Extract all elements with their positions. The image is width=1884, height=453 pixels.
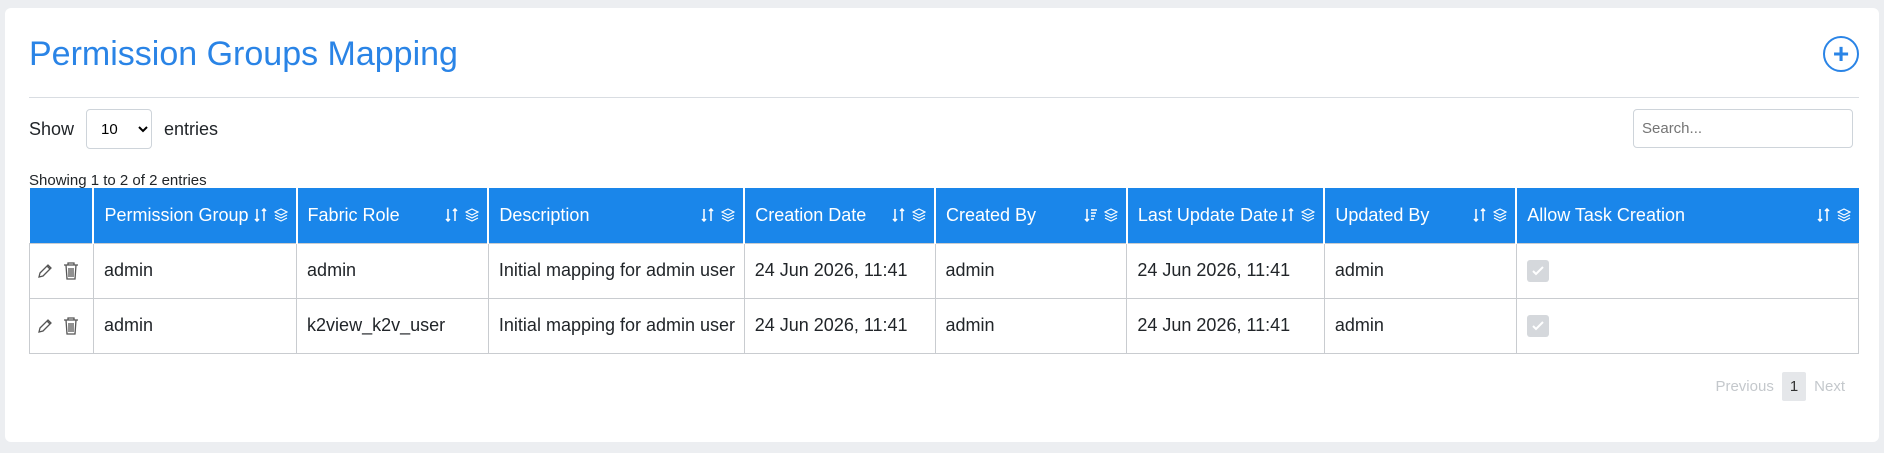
sort-descending-icon[interactable]	[1084, 208, 1098, 223]
allow-task-creation-checkbox	[1526, 259, 1549, 282]
entries-per-page-select[interactable]: 10	[86, 109, 153, 149]
cell-creation-date: 24 Jun 2026, 11:41	[743, 297, 936, 354]
layers-icon[interactable]	[1493, 208, 1508, 222]
cell-last-update-date: 24 Jun 2026, 11:41	[1126, 297, 1325, 354]
page-title: Permission Groups Mapping	[29, 35, 458, 73]
table-info: Showing 1 to 2 of 2 entries	[29, 172, 207, 189]
layers-icon[interactable]	[1836, 208, 1851, 222]
cell-updated-by: admin	[1323, 242, 1517, 299]
sort-icon[interactable]	[254, 208, 268, 223]
layers-icon[interactable]	[912, 208, 926, 222]
pencil-icon[interactable]	[36, 262, 54, 280]
pagination-previous-button[interactable]: Previous	[1707, 372, 1781, 401]
sort-icon[interactable]	[892, 208, 906, 223]
layers-icon[interactable]	[1301, 208, 1316, 222]
check-icon	[1532, 265, 1544, 275]
cell-permission-group: admin	[92, 242, 298, 299]
show-label: Show	[29, 118, 75, 139]
column-header-label: Creation Date	[755, 205, 867, 226]
allow-task-creation-checkbox	[1526, 314, 1549, 337]
add-mapping-button[interactable]: +	[1823, 36, 1859, 72]
sort-icon[interactable]	[1281, 208, 1295, 223]
table-row: admin admin Initial mapping for admin us…	[29, 242, 1860, 299]
cell-last-update-date: 24 Jun 2026, 11:41	[1126, 242, 1325, 299]
column-header-last-update-date[interactable]: Last Update Date	[1126, 188, 1326, 243]
column-header-label: Permission Group	[104, 205, 249, 226]
cell-allow-task-creation	[1515, 297, 1860, 354]
pagination: Previous 1 Next	[1707, 372, 1853, 401]
column-header-description[interactable]: Description	[488, 188, 746, 243]
entries-label: entries	[164, 118, 219, 139]
layers-icon[interactable]	[273, 208, 288, 222]
cell-fabric-role: admin	[296, 242, 489, 299]
table-header-row: Permission Group Fabric Role Description	[29, 188, 1859, 243]
pagination-next-button[interactable]: Next	[1806, 372, 1853, 401]
cell-description: Initial mapping for admin user	[487, 297, 745, 354]
entries-length-control: Show 10 entries	[29, 109, 218, 149]
column-header-label: Created By	[946, 205, 1037, 226]
pencil-icon[interactable]	[36, 317, 54, 335]
table-row: admin k2view_k2v_user Initial mapping fo…	[29, 297, 1860, 354]
column-header-label: Updated By	[1335, 205, 1430, 226]
layers-icon[interactable]	[721, 208, 736, 222]
page-header: Permission Groups Mapping +	[29, 8, 1859, 98]
layers-icon[interactable]	[1103, 208, 1118, 222]
layers-icon[interactable]	[465, 208, 480, 222]
sort-icon[interactable]	[1473, 208, 1487, 223]
column-header-fabric-role[interactable]: Fabric Role	[296, 188, 490, 243]
cell-description: Initial mapping for admin user	[487, 242, 745, 299]
column-header-created-by[interactable]: Created By	[935, 188, 1128, 243]
column-header-actions	[29, 188, 95, 243]
cell-fabric-role: k2view_k2v_user	[296, 297, 489, 354]
column-header-label: Fabric Role	[307, 205, 400, 226]
permission-groups-table: Permission Group Fabric Role Description	[29, 188, 1860, 354]
sort-icon[interactable]	[701, 208, 715, 223]
search-input[interactable]	[1633, 109, 1853, 148]
cell-permission-group: admin	[92, 297, 298, 354]
cell-creation-date: 24 Jun 2026, 11:41	[743, 242, 936, 299]
cell-updated-by: admin	[1323, 297, 1517, 354]
cell-allow-task-creation	[1515, 242, 1860, 299]
cell-created-by: admin	[934, 242, 1128, 299]
column-header-updated-by[interactable]: Updated By	[1324, 188, 1518, 243]
permission-groups-card: Permission Groups Mapping + Show 10 entr…	[5, 8, 1879, 442]
sort-icon[interactable]	[445, 208, 459, 223]
column-header-label: Allow Task Creation	[1527, 205, 1685, 226]
trash-icon[interactable]	[62, 316, 80, 336]
row-actions	[29, 242, 94, 299]
column-header-permission-group[interactable]: Permission Group	[93, 188, 298, 243]
check-icon	[1532, 320, 1544, 330]
trash-icon[interactable]	[62, 261, 80, 281]
sort-icon[interactable]	[1816, 208, 1831, 223]
cell-created-by: admin	[934, 297, 1128, 354]
column-header-creation-date[interactable]: Creation Date	[744, 188, 936, 243]
column-header-allow-task-creation[interactable]: Allow Task Creation	[1516, 188, 1859, 243]
row-actions	[29, 297, 94, 354]
column-header-label: Last Update Date	[1137, 205, 1278, 226]
column-header-label: Description	[499, 205, 590, 226]
pagination-page-1[interactable]: 1	[1781, 372, 1807, 401]
